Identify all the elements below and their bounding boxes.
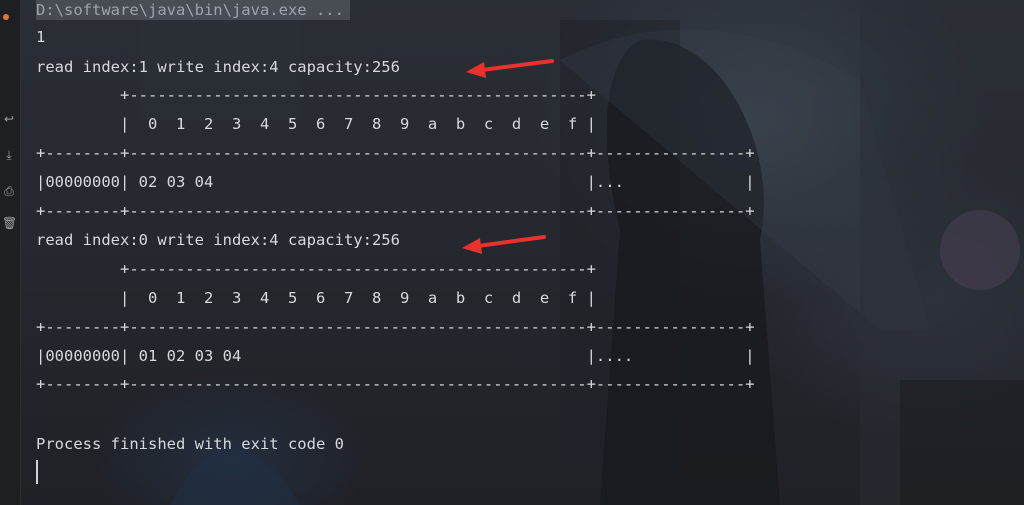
read-write-status-line: read index:1 write index:4 capacity:256	[36, 58, 400, 76]
hexdump-header: | 0 1 2 3 4 5 6 7 8 9 a b c d e f |	[36, 115, 596, 133]
hexdump-row: |00000000| 02 03 04 |... |	[36, 173, 755, 191]
hexdump-row: |00000000| 01 02 03 04 |.... |	[36, 347, 755, 365]
read-write-status-line: read index:0 write index:4 capacity:256	[36, 231, 400, 249]
scroll-to-end-icon[interactable]: ⤓	[2, 148, 16, 162]
hexdump-border: +---------------------------------------…	[36, 86, 596, 104]
trash-icon[interactable]: 🗑	[2, 216, 17, 230]
hexdump-border: +--------+------------------------------…	[36, 202, 755, 220]
exit-status-line: Process finished with exit code 0	[36, 435, 344, 453]
hexdump-border: +--------+------------------------------…	[36, 375, 755, 393]
output-line: 1	[36, 28, 46, 46]
console-toolbar-gutter: ↩ ⤓ ⎙ 🗑	[0, 0, 21, 505]
hexdump-border: +--------+------------------------------…	[36, 318, 755, 336]
print-icon[interactable]: ⎙	[2, 184, 16, 198]
red-arrow-icon	[466, 59, 554, 78]
hexdump-header: | 0 1 2 3 4 5 6 7 8 9 a b c d e f |	[36, 289, 596, 307]
soft-wrap-icon[interactable]: ↩	[2, 112, 16, 126]
status-dot	[3, 14, 9, 20]
hexdump-border: +---------------------------------------…	[36, 260, 596, 278]
console-output[interactable]: D:\software\java\bin\java.exe ... 1 read…	[36, 0, 755, 453]
hexdump-border: +--------+------------------------------…	[36, 144, 755, 162]
red-arrow-icon	[462, 235, 546, 254]
command-line: D:\software\java\bin\java.exe ...	[36, 0, 350, 20]
text-caret	[36, 460, 38, 484]
